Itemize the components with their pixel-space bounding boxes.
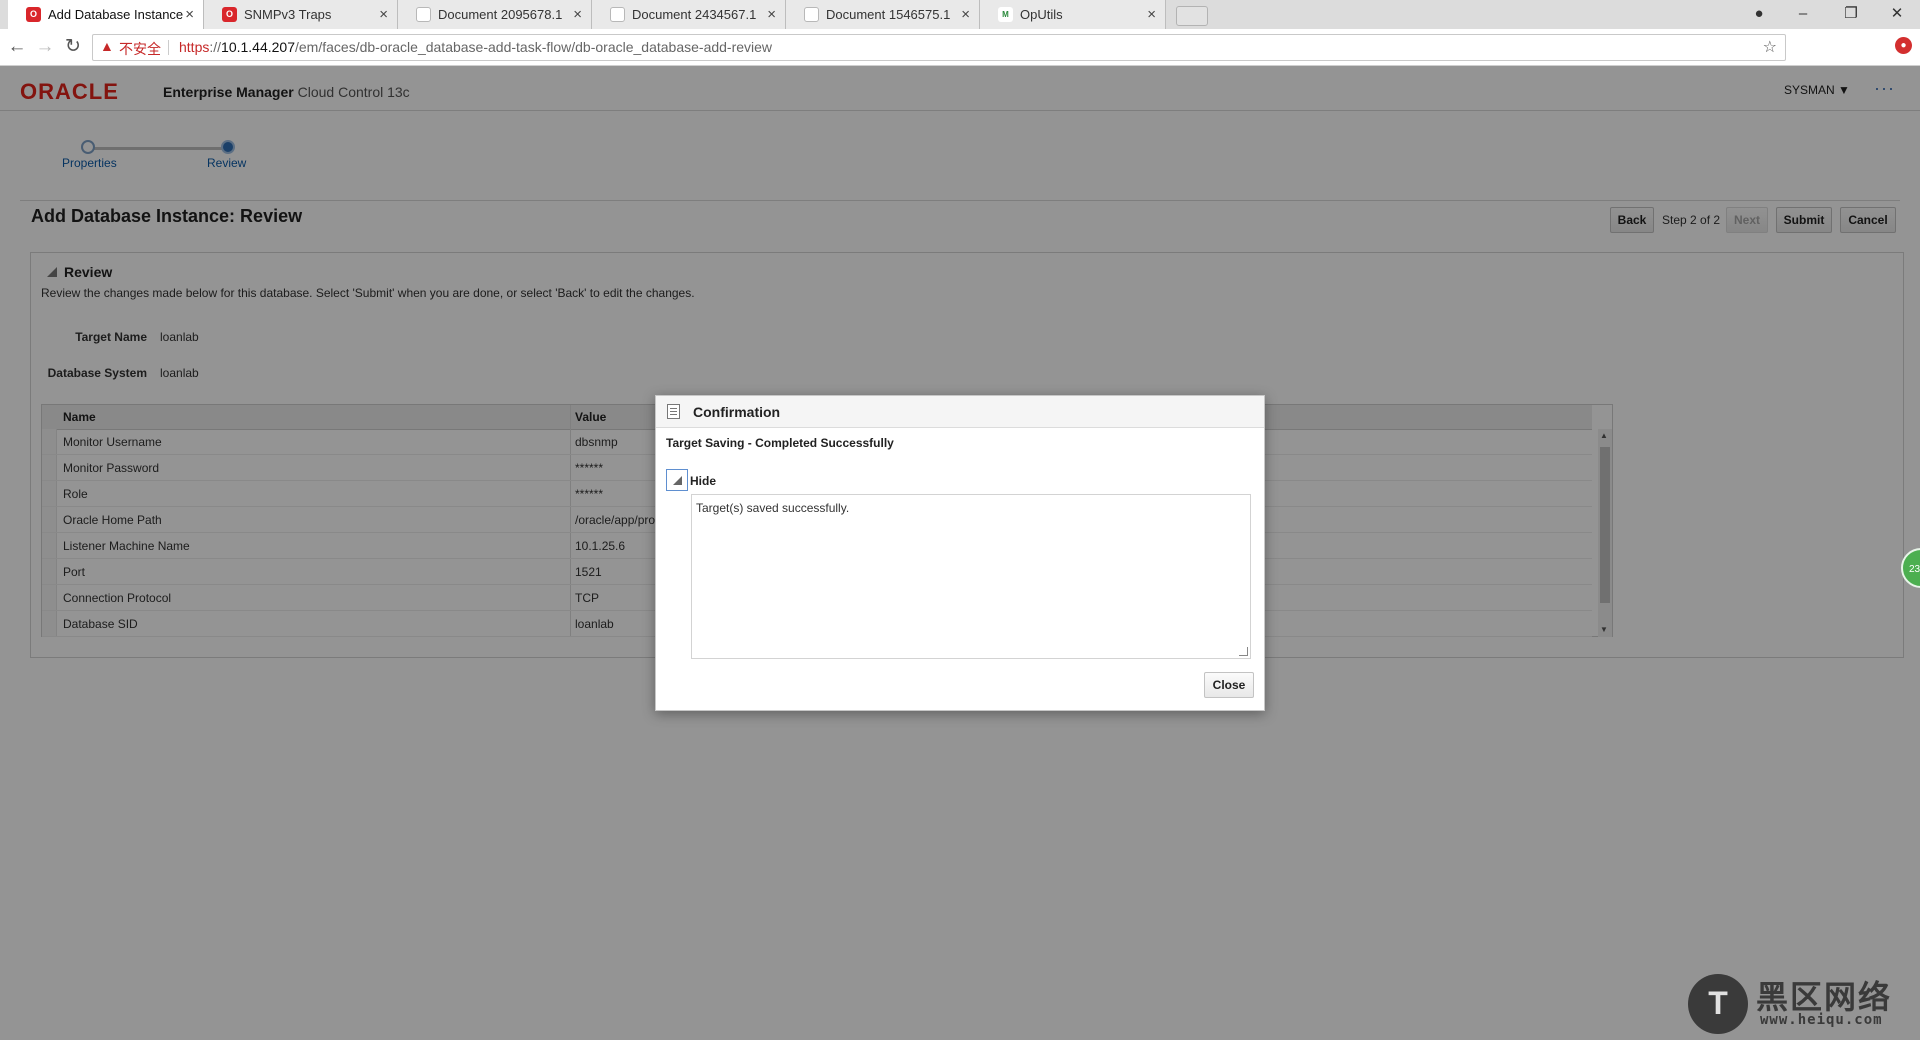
url-separator: ://: [209, 39, 222, 55]
close-icon[interactable]: ×: [185, 0, 194, 29]
document-icon: [667, 404, 680, 419]
profile-icon[interactable]: ●: [1742, 0, 1776, 29]
tab-document-2095678[interactable]: Document 2095678.1 ×: [398, 0, 592, 29]
dialog-message: Target Saving - Completed Successfully: [666, 436, 894, 450]
detail-text: Target(s) saved successfully.: [696, 501, 850, 515]
restore-icon[interactable]: ❐: [1834, 0, 1868, 29]
disclosure-triangle-icon: [673, 476, 682, 485]
tab-snmpv3-traps[interactable]: O SNMPv3 Traps ×: [204, 0, 398, 29]
document-favicon-icon: [804, 7, 819, 22]
tab-label: Document 2095678.1: [438, 7, 563, 22]
resize-grip-icon[interactable]: [1239, 647, 1248, 656]
address-bar: ← → ↻ ▲ 不安全 https://10.1.44.207/em/faces…: [0, 29, 1920, 66]
watermark: T 黑区网络 www.heiqu.com: [1688, 972, 1916, 1036]
hide-label[interactable]: Hide: [690, 474, 716, 488]
tab-label: Document 1546575.1: [826, 7, 951, 22]
tab-label: Add Database Instance: [48, 7, 184, 22]
tab-label: Document 2434567.1: [632, 7, 757, 22]
close-button[interactable]: Close: [1204, 672, 1254, 698]
watermark-url: www.heiqu.com: [1760, 1012, 1883, 1028]
close-icon[interactable]: ×: [573, 0, 582, 29]
close-icon[interactable]: ×: [961, 0, 970, 29]
oracle-favicon-icon: O: [222, 7, 237, 22]
browser-tab-strip: O Add Database Instance × O SNMPv3 Traps…: [0, 0, 1920, 29]
confirmation-dialog: Confirmation Target Saving - Completed S…: [655, 395, 1265, 711]
bookmark-star-icon[interactable]: ☆: [1763, 37, 1777, 57]
reload-icon[interactable]: ↻: [62, 36, 84, 58]
warning-icon: ▲: [100, 38, 114, 54]
window-close-icon[interactable]: ✕: [1880, 0, 1914, 29]
omnibox-divider: [168, 40, 169, 55]
url-text: https://10.1.44.207/em/faces/db-oracle_d…: [179, 39, 772, 55]
minimize-icon[interactable]: –: [1786, 0, 1820, 29]
security-warning[interactable]: 不安全: [119, 39, 161, 59]
document-favicon-icon: [610, 7, 625, 22]
oputils-favicon-icon: M: [998, 7, 1013, 22]
tab-label: SNMPv3 Traps: [244, 7, 332, 22]
tab-document-2434567[interactable]: Document 2434567.1 ×: [592, 0, 786, 29]
url-scheme: https: [179, 39, 210, 55]
tab-document-1546575[interactable]: Document 1546575.1 ×: [786, 0, 980, 29]
dialog-title: Confirmation: [693, 404, 781, 420]
watermark-logo-icon: T: [1688, 974, 1748, 1034]
close-icon[interactable]: ×: [379, 0, 388, 29]
url-host: 10.1.44.207: [221, 39, 295, 55]
forward-arrow-icon[interactable]: →: [34, 36, 56, 58]
tab-label: OpUtils: [1020, 7, 1063, 22]
detail-textarea[interactable]: Target(s) saved successfully.: [691, 494, 1251, 659]
hide-toggle-button[interactable]: [666, 469, 688, 491]
tab-oputils[interactable]: M OpUtils ×: [980, 0, 1166, 29]
close-icon[interactable]: ×: [767, 0, 776, 29]
url-path: /em/faces/db-oracle_database-add-task-fl…: [295, 39, 773, 55]
dialog-header: Confirmation: [656, 396, 1264, 428]
document-favicon-icon: [416, 7, 431, 22]
tab-add-database-instance[interactable]: O Add Database Instance ×: [8, 0, 204, 29]
extension-icon[interactable]: ●: [1895, 37, 1912, 54]
new-tab-button[interactable]: [1176, 6, 1208, 26]
close-icon[interactable]: ×: [1147, 0, 1156, 29]
url-input[interactable]: ▲ 不安全 https://10.1.44.207/em/faces/db-or…: [92, 34, 1786, 61]
back-arrow-icon[interactable]: ←: [6, 36, 28, 58]
oracle-favicon-icon: O: [26, 7, 41, 22]
